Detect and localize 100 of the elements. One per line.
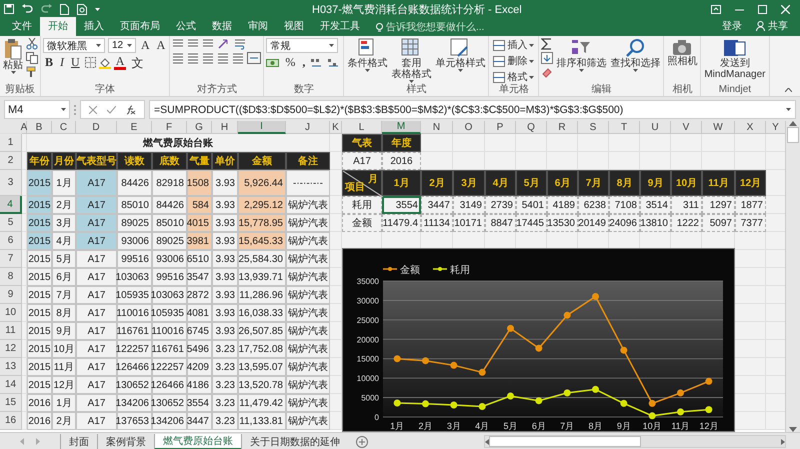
- redo-icon[interactable]: [41, 4, 52, 14]
- column-header[interactable]: I: [238, 121, 286, 134]
- row-header[interactable]: 14: [0, 376, 22, 394]
- shrink-font-button[interactable]: A: [154, 38, 168, 53]
- fill-color-icon[interactable]: [98, 56, 111, 68]
- column-header[interactable]: G: [187, 121, 212, 134]
- increase-indent-icon[interactable]: [232, 52, 244, 64]
- cancel-icon[interactable]: [89, 106, 97, 114]
- find-select-button[interactable]: 查找和选择: [609, 38, 662, 72]
- borders-icon[interactable]: [84, 57, 96, 68]
- close-icon[interactable]: [781, 4, 790, 14]
- column-header[interactable]: Q: [516, 121, 547, 134]
- column-header[interactable]: M: [382, 121, 421, 134]
- currency-icon[interactable]: [266, 56, 280, 68]
- grow-font-button[interactable]: A: [139, 38, 152, 53]
- cells-button[interactable]: 格式: [491, 70, 536, 84]
- column-header[interactable]: O: [453, 121, 485, 134]
- decrease-indent-icon[interactable]: [217, 52, 230, 64]
- ribbon-tab[interactable]: 数据: [204, 17, 240, 36]
- ribbon-tab[interactable]: 页面布局: [112, 17, 168, 36]
- column-header[interactable]: F: [152, 121, 187, 134]
- merge-center-icon[interactable]: [247, 52, 262, 64]
- column-header[interactable]: X: [735, 121, 766, 134]
- column-header[interactable]: T: [609, 121, 640, 134]
- column-header[interactable]: H: [212, 121, 238, 134]
- row-header[interactable]: 8: [0, 268, 22, 286]
- sheet-tab[interactable]: 封面: [60, 434, 97, 449]
- vertical-scrollbar[interactable]: [785, 121, 800, 432]
- ribbon-tab[interactable]: 文件: [4, 17, 40, 36]
- column-header[interactable]: P: [485, 121, 516, 134]
- column-header[interactable]: U: [640, 121, 671, 134]
- ribbon-tab[interactable]: 审阅: [240, 17, 276, 36]
- phonetic-guide-button[interactable]: 文: [129, 55, 146, 70]
- align-left-icon[interactable]: [172, 52, 184, 64]
- autosum-icon[interactable]: [541, 38, 554, 50]
- copy-icon[interactable]: [26, 52, 38, 64]
- print-preview-icon[interactable]: [77, 4, 87, 14]
- name-box[interactable]: M4: [4, 100, 70, 119]
- row-header[interactable]: 11: [0, 322, 22, 340]
- new-document-icon[interactable]: [60, 4, 69, 14]
- check-icon[interactable]: [107, 106, 116, 114]
- column-header[interactable]: L: [342, 121, 382, 134]
- row-header[interactable]: 9: [0, 286, 22, 304]
- scroll-right-icon[interactable]: [781, 438, 785, 444]
- horizontal-scrollbar[interactable]: [484, 435, 786, 448]
- column-header[interactable]: E: [117, 121, 152, 134]
- ribbon-tab[interactable]: 插入: [76, 17, 112, 36]
- camera-button[interactable]: 照相机: [666, 38, 698, 67]
- bold-button[interactable]: B: [43, 55, 56, 70]
- column-header[interactable]: V: [671, 121, 702, 134]
- function-icon[interactable]: [126, 104, 136, 114]
- column-header[interactable]: K: [330, 121, 342, 134]
- style-gallery-button[interactable]: 条件格式: [346, 38, 388, 72]
- style-gallery-button[interactable]: 单元格样式: [434, 38, 486, 72]
- row-header[interactable]: 12: [0, 340, 22, 358]
- row-header[interactable]: 15: [0, 394, 22, 412]
- maximize-icon[interactable]: [758, 4, 767, 14]
- ribbon-tab[interactable]: 公式: [168, 17, 204, 36]
- tell-me-field[interactable]: 告诉我您想要做什么...: [386, 22, 536, 33]
- number-format-field[interactable]: 常规: [266, 38, 338, 53]
- paste-button[interactable]: 粘贴: [2, 38, 24, 74]
- column-header[interactable]: D: [76, 121, 117, 134]
- column-header[interactable]: N: [421, 121, 453, 134]
- scroll-thumb[interactable]: [787, 127, 799, 143]
- next-sheet-icon[interactable]: [36, 438, 40, 445]
- row-header[interactable]: 4: [0, 196, 22, 214]
- sheet-tab[interactable]: 关于日期数据的延伸: [241, 434, 348, 449]
- save-icon[interactable]: [4, 4, 14, 14]
- column-header[interactable]: W: [702, 121, 735, 134]
- ribbon-display-icon[interactable]: [711, 4, 721, 14]
- send-to-mindmanager-button[interactable]: 发送到 MindManager: [703, 38, 766, 80]
- font-name-field[interactable]: 微软雅黑: [43, 38, 105, 53]
- table-cell[interactable]: 3554: [382, 196, 421, 214]
- row-header[interactable]: 10: [0, 304, 22, 322]
- italic-button[interactable]: I: [58, 55, 66, 70]
- ribbon-tab[interactable]: 开始: [40, 17, 76, 36]
- row-header[interactable]: 5: [0, 214, 22, 232]
- paintbrush-icon[interactable]: [26, 66, 38, 78]
- add-sheet-icon[interactable]: [356, 436, 368, 448]
- cells-button[interactable]: 删除: [491, 54, 536, 68]
- customize-caret-icon[interactable]: [95, 8, 100, 10]
- column-header[interactable]: J: [286, 121, 330, 134]
- font-size-field[interactable]: 12: [108, 38, 136, 53]
- column-header[interactable]: B: [27, 121, 52, 134]
- comma-style-button[interactable]: ,: [300, 55, 308, 70]
- undo-icon[interactable]: [22, 4, 33, 14]
- style-gallery-button[interactable]: 套用 表格格式: [390, 38, 432, 83]
- sign-in-link[interactable]: 登录: [722, 19, 742, 33]
- column-header[interactable]: Y: [766, 121, 786, 134]
- collapse-ribbon-icon[interactable]: [785, 88, 792, 92]
- align-right-icon[interactable]: [202, 52, 214, 64]
- row-header[interactable]: 3: [0, 170, 22, 196]
- column-header[interactable]: C: [52, 121, 76, 134]
- row-header[interactable]: 7: [0, 250, 22, 268]
- cells-button[interactable]: 插入: [491, 38, 536, 52]
- eraser-icon[interactable]: [541, 66, 554, 78]
- scissors-icon[interactable]: [26, 38, 38, 50]
- row-header[interactable]: 1: [0, 134, 22, 152]
- percent-button[interactable]: %: [283, 55, 298, 70]
- share-button[interactable]: 共享: [756, 19, 788, 33]
